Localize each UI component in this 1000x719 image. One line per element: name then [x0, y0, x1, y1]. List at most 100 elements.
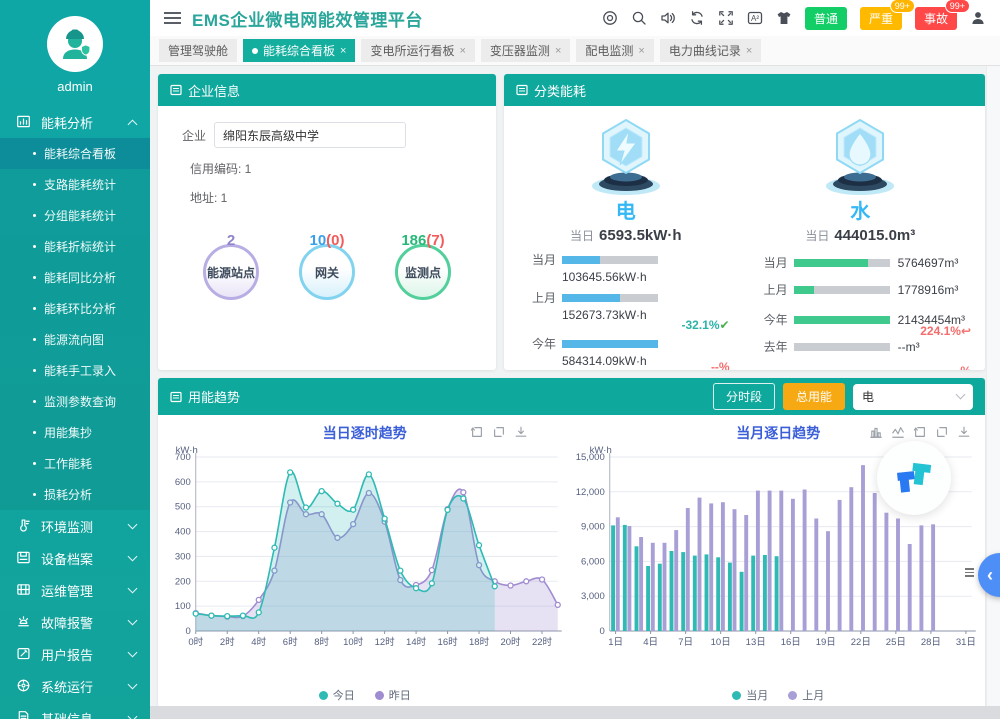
sidebar-item-5[interactable]: 能耗同比分析 [0, 262, 150, 293]
avatar[interactable] [47, 16, 103, 72]
download-icon[interactable] [514, 425, 528, 439]
sidebar-item-3[interactable]: 分组能耗统计 [0, 200, 150, 231]
sidebar-group-label: 用户报告 [41, 645, 93, 664]
circle-target-icon[interactable] [602, 10, 618, 26]
close-icon[interactable]: × [746, 45, 752, 57]
consumption-row: 当月5764697m³ [764, 254, 965, 271]
active-dot-icon [252, 48, 258, 54]
sidebar-item-label: 能耗同比分析 [44, 269, 116, 286]
refresh-icon[interactable] [689, 10, 705, 26]
svg-text:6,000: 6,000 [580, 556, 604, 567]
energy-type-value: 电 [862, 388, 874, 405]
sidebar-group-4[interactable]: 运维管理 [0, 574, 150, 606]
tab-2[interactable]: 能耗综合看板× [243, 39, 355, 62]
tab-3[interactable]: 变电所运行看板× [361, 39, 474, 62]
row-label: 当月 [764, 254, 794, 271]
bullet-icon [33, 152, 36, 155]
stat-value: 186(7) [401, 232, 444, 249]
tab-1[interactable]: 管理驾驶舱 [159, 39, 237, 62]
stat-circle-2: 10(0)网关 [294, 236, 360, 300]
svg-text:25日: 25日 [885, 637, 905, 648]
row-label: 去年 [764, 338, 794, 355]
progress-track [562, 340, 658, 348]
drag-grip-icon[interactable] [965, 566, 974, 579]
today-value: 6593.5kW·h [599, 227, 682, 244]
row-label: 今年 [532, 335, 562, 352]
close-icon[interactable]: × [340, 45, 346, 57]
chevron-up-icon [128, 119, 138, 129]
panel-title: 分类能耗 [534, 81, 586, 100]
total-energy-button[interactable]: 总用能 [783, 383, 845, 410]
box-icon[interactable] [935, 425, 949, 439]
close-icon[interactable]: × [459, 45, 465, 57]
sidebar-group-3[interactable]: 设备档案 [0, 542, 150, 574]
fullscreen-icon[interactable] [718, 10, 734, 26]
close-icon[interactable]: × [638, 45, 644, 57]
chevron-down-icon [128, 616, 138, 626]
sidebar-group-2[interactable]: 环境监测 [0, 510, 150, 542]
enterprise-input[interactable] [214, 122, 406, 148]
today-value: 444015.0m³ [834, 227, 915, 244]
alarm-pill-1[interactable]: 普通 [805, 7, 847, 30]
search-icon[interactable] [631, 10, 647, 26]
restore-icon[interactable] [913, 425, 927, 439]
svg-text:12,000: 12,000 [575, 487, 604, 498]
svg-text:12时: 12时 [375, 636, 396, 648]
sidebar-item-6[interactable]: 能耗环比分析 [0, 293, 150, 324]
svg-text:16日: 16日 [780, 637, 800, 648]
box-icon[interactable] [492, 425, 506, 439]
restore-icon[interactable] [470, 425, 484, 439]
sidebar-group-1[interactable]: 能耗分析 [0, 106, 150, 138]
sidebar-item-1[interactable]: 能耗综合看板 [0, 138, 150, 169]
sidebar-item-11[interactable]: 工作能耗 [0, 448, 150, 479]
alarm-pill-3[interactable]: 事故99+ [915, 7, 957, 30]
svg-text:22日: 22日 [850, 637, 870, 648]
hamburger-icon[interactable] [164, 9, 181, 27]
translate-icon[interactable]: A² [747, 10, 763, 26]
shirt-icon[interactable] [776, 10, 792, 26]
enterprise-stats: 2能源站点10(0)网关186(7)监测点 [174, 206, 480, 300]
download-icon[interactable] [957, 425, 971, 439]
legend-item[interactable]: 昨日 [375, 687, 411, 703]
legend-item[interactable]: 上月 [788, 687, 824, 703]
line-chart-icon[interactable] [891, 425, 905, 439]
sidebar-group-5[interactable]: 故障报警 [0, 606, 150, 638]
bottom-cutoff-strip [150, 706, 1000, 719]
sidebar-group-8[interactable]: 基础信息 [0, 702, 150, 719]
stat-label: 能源站点 [207, 264, 255, 281]
alarm-pill-2[interactable]: 严重99+ [860, 7, 902, 30]
legend-item[interactable]: 当月 [732, 687, 768, 703]
stat-ring: 监测点 [395, 244, 451, 300]
time-segment-button[interactable]: 分时段 [713, 383, 775, 410]
sidebar-item-10[interactable]: 用能集抄 [0, 417, 150, 448]
bar-chart-icon[interactable] [869, 425, 883, 439]
energy-type-select[interactable]: 电 [853, 384, 973, 410]
sidebar-item-7[interactable]: 能源流向图 [0, 324, 150, 355]
na-percent: --% [711, 360, 730, 370]
user-icon[interactable] [970, 10, 986, 26]
sidebar-item-4[interactable]: 能耗折标统计 [0, 231, 150, 262]
svg-text:6时: 6时 [283, 636, 298, 648]
close-icon[interactable]: × [555, 45, 561, 57]
tab-4[interactable]: 变压器监测× [481, 39, 570, 62]
tab-5[interactable]: 配电监测× [576, 39, 653, 62]
electric-hex-icon [524, 114, 728, 202]
sidebar-group-6[interactable]: 用户报告 [0, 638, 150, 670]
sidebar-item-9[interactable]: 监测参数查询 [0, 386, 150, 417]
sidebar-group-7[interactable]: 系统运行 [0, 670, 150, 702]
svg-text:500: 500 [175, 502, 191, 513]
bullet-icon [33, 369, 36, 372]
svg-text:300: 300 [175, 551, 191, 562]
sidebar-item-8[interactable]: 能耗手工录入 [0, 355, 150, 386]
content: 企业信息 企业 信用编码: 1 地址: 1 2能源站点10(0)网关186(7)… [150, 66, 1000, 719]
panel-icon [516, 84, 528, 96]
bullet-icon [33, 245, 36, 248]
legend-item[interactable]: 今日 [319, 687, 355, 703]
sidebar-item-2[interactable]: 支路能耗统计 [0, 169, 150, 200]
sidebar-item-12[interactable]: 损耗分析 [0, 479, 150, 510]
scrollbar-track[interactable] [986, 66, 1000, 706]
tab-6[interactable]: 电力曲线记录× [660, 39, 761, 62]
svg-text:28日: 28日 [920, 637, 940, 648]
progress-fill [562, 340, 658, 348]
volume-icon[interactable] [660, 10, 676, 26]
